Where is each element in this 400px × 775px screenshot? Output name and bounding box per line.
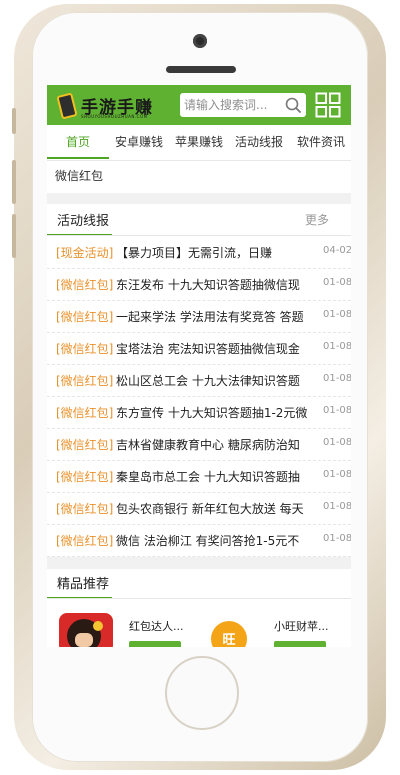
activity-more-link[interactable]: 更多: [305, 211, 329, 228]
nav-active-indicator: [47, 157, 109, 159]
news-list-item[interactable]: [微信红包] 包头农商银行 新年红包大放送 每天 01-08: [47, 492, 351, 525]
nav-item-wechat-redpacket[interactable]: 微信红包: [55, 161, 103, 191]
app-name[interactable]: 小旺财苹...: [274, 618, 329, 634]
nav-item-news[interactable]: 软件资讯: [291, 125, 351, 160]
nav-item-android[interactable]: 安卓赚钱: [109, 125, 169, 160]
wang-coin-app-icon[interactable]: 旺: [211, 621, 247, 647]
news-list-item[interactable]: [微信红包] 秦皇岛市总工会 十九大知识答题抽 01-08: [47, 460, 351, 493]
news-title[interactable]: 【暴力项目】无需引流，日赚: [116, 244, 312, 261]
section-divider: [47, 193, 351, 204]
news-title[interactable]: 一起来学法 学法用法有奖竞答 答题: [116, 308, 312, 325]
news-list-item[interactable]: [微信红包] 东方宣传 十九大知识答题抽1-2元微 01-08: [47, 396, 351, 429]
news-date: 01-08: [323, 309, 351, 320]
news-category-tag[interactable]: [微信红包]: [56, 532, 113, 549]
news-date: 01-08: [323, 341, 351, 352]
app-download-button[interactable]: [274, 641, 326, 647]
site-logo[interactable]: 手游手赚 SHOUYOUSHOUZHUAN.COM: [53, 90, 171, 120]
nav-item-activity[interactable]: 活动线报: [229, 125, 289, 160]
main-nav: 首页 安卓赚钱 苹果赚钱 活动线报 软件资讯: [47, 125, 351, 161]
front-camera: [193, 34, 207, 48]
volume-down-button: [12, 214, 16, 258]
news-category-tag[interactable]: [微信红包]: [56, 404, 113, 421]
search-input[interactable]: [184, 95, 280, 115]
secondary-nav: 微信红包: [47, 161, 351, 191]
news-category-tag[interactable]: [微信红包]: [56, 340, 113, 357]
news-list-item[interactable]: [微信红包] 一起来学法 学法用法有奖竞答 答题 01-08: [47, 300, 351, 333]
news-date: 01-08: [323, 277, 351, 288]
news-list-item[interactable]: [微信红包] 吉林省健康教育中心 糖尿病防治知 01-08: [47, 428, 351, 461]
news-title[interactable]: 松山区总工会 十九大法律知识答题: [116, 372, 312, 389]
grid-menu-icon[interactable]: [315, 92, 341, 118]
news-list-item[interactable]: [微信红包] 宝塔法治 宪法知识答题抽微信现金 01-08: [47, 332, 351, 365]
logo-phone-icon: [56, 92, 78, 120]
news-list-item[interactable]: [微信红包] 微信 法治柳江 有奖问答抢1-5元不 01-08: [47, 524, 351, 557]
news-title[interactable]: 秦皇岛市总工会 十九大知识答题抽: [116, 468, 312, 485]
news-title[interactable]: 东方宣传 十九大知识答题抽1-2元微: [116, 404, 312, 421]
mute-switch: [12, 108, 16, 134]
phone-screen: 手游手赚 SHOUYOUSHOUZHUAN.COM 首页 安卓赚钱 苹果赚钱 活…: [47, 85, 351, 647]
news-category-tag[interactable]: [微信红包]: [56, 436, 113, 453]
activity-section-title: 活动线报: [57, 214, 110, 229]
earpiece-speaker: [166, 66, 236, 73]
news-title[interactable]: 包头农商银行 新年红包大放送 每天: [116, 500, 312, 517]
volume-up-button: [12, 160, 16, 204]
news-title[interactable]: 宝塔法治 宪法知识答题抽微信现金: [116, 340, 312, 357]
news-category-tag[interactable]: [微信红包]: [56, 372, 113, 389]
news-date: 01-08: [323, 501, 351, 512]
news-title[interactable]: 微信 法治柳江 有奖问答抢1-5元不: [116, 532, 312, 549]
news-date: 01-08: [323, 437, 351, 448]
nav-item-home[interactable]: 首页: [47, 125, 109, 160]
section-divider: [47, 557, 351, 569]
recommend-section-title: 精品推荐: [57, 577, 110, 592]
app-download-button[interactable]: [129, 641, 181, 647]
news-date: 01-08: [323, 533, 351, 544]
home-button[interactable]: [165, 656, 239, 730]
logo-subtext: SHOUYOUSHOUZHUAN.COM: [81, 114, 148, 119]
news-title[interactable]: 东汪发布 十九大知识答题抽微信现: [116, 276, 312, 293]
app-name[interactable]: 红包达人...: [129, 618, 184, 634]
search-box: [180, 93, 306, 117]
search-icon[interactable]: [284, 96, 302, 114]
news-list-item[interactable]: [现金活动] 【暴力项目】无需引流，日赚 04-02: [47, 236, 351, 269]
nav-item-apple[interactable]: 苹果赚钱: [169, 125, 229, 160]
news-category-tag[interactable]: [微信红包]: [56, 276, 113, 293]
news-title[interactable]: 吉林省健康教育中心 糖尿病防治知: [116, 436, 312, 453]
news-date: 04-02: [323, 245, 351, 256]
red-envelope-app-icon[interactable]: [59, 613, 113, 647]
site-header: 手游手赚 SHOUYOUSHOUZHUAN.COM: [47, 85, 351, 125]
news-date: 01-08: [323, 469, 351, 480]
news-category-tag[interactable]: [微信红包]: [56, 500, 113, 517]
news-category-tag[interactable]: [微信红包]: [56, 468, 113, 485]
recommend-header-border: [47, 598, 351, 599]
news-category-tag[interactable]: [现金活动]: [56, 244, 113, 261]
news-list-item[interactable]: [微信红包] 松山区总工会 十九大法律知识答题 01-08: [47, 364, 351, 397]
news-date: 01-08: [323, 373, 351, 384]
news-date: 01-08: [323, 405, 351, 416]
news-list-item[interactable]: [微信红包] 东汪发布 十九大知识答题抽微信现 01-08: [47, 268, 351, 301]
news-category-tag[interactable]: [微信红包]: [56, 308, 113, 325]
